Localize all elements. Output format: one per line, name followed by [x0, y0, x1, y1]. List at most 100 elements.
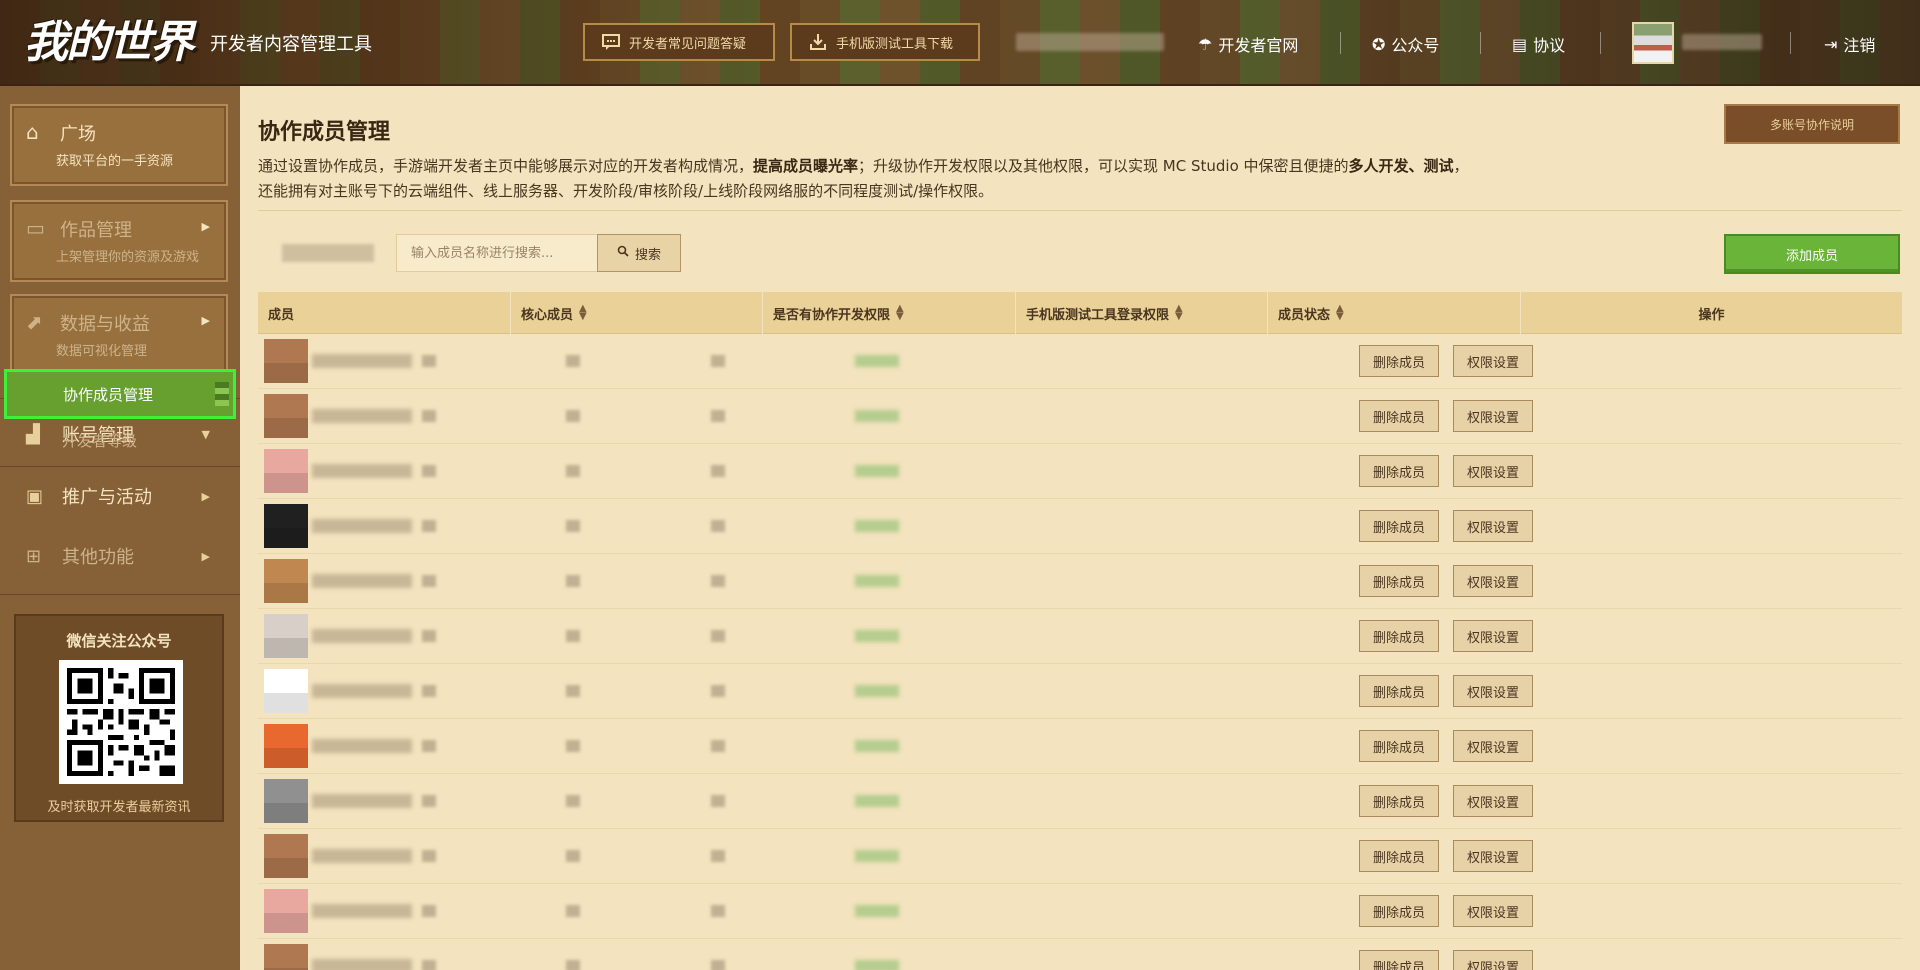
- blurred-member-name: [312, 684, 412, 698]
- member-avatar: [264, 394, 308, 438]
- permission-settings-button[interactable]: 权限设置: [1453, 840, 1534, 872]
- blurred-member-name: [312, 574, 412, 588]
- sort-icon[interactable]: ▲ ▼: [579, 304, 587, 322]
- blurred-value: [566, 960, 581, 970]
- delete-member-button[interactable]: 删除成员: [1359, 785, 1440, 817]
- blurred-member-count: [282, 244, 374, 262]
- blurred-member-name: [312, 904, 412, 918]
- actions-cell: 删除成员 权限设置: [990, 939, 1902, 970]
- actions-cell: 删除成员 权限设置: [990, 829, 1902, 884]
- col-actions: 操作: [1698, 307, 1725, 323]
- top-bar: 我的世界 开发者内容管理工具 开发者常见问题答疑 手机版测试工具下载 ☂ 开发者…: [0, 0, 1920, 86]
- permission-settings-button[interactable]: 权限设置: [1453, 785, 1534, 817]
- delete-member-button[interactable]: 删除成员: [1359, 455, 1440, 487]
- logout-link[interactable]: ⇥ 注销: [1824, 32, 1875, 56]
- blurred-status: [855, 465, 900, 477]
- delete-member-button[interactable]: 删除成员: [1359, 345, 1440, 377]
- permission-settings-button[interactable]: 权限设置: [1453, 730, 1534, 762]
- member-cell: [258, 334, 412, 389]
- chevron-right-icon: ▶: [201, 220, 210, 233]
- sort-icon[interactable]: ▲ ▼: [1175, 304, 1183, 322]
- download-tool-button[interactable]: 手机版测试工具下载: [790, 23, 980, 61]
- delete-member-button[interactable]: 删除成员: [1359, 620, 1440, 652]
- multi-account-help-button[interactable]: 多账号协作说明: [1724, 104, 1900, 144]
- col-core-member[interactable]: 核心成员 ▲ ▼: [511, 292, 763, 334]
- delete-member-button[interactable]: 删除成员: [1359, 675, 1440, 707]
- blurred-member-name: [312, 354, 412, 368]
- mobile-login-cell: [701, 609, 845, 664]
- permission-settings-button[interactable]: 权限设置: [1453, 400, 1534, 432]
- permission-settings-button[interactable]: 权限设置: [1453, 675, 1534, 707]
- blurred-value: [566, 355, 581, 367]
- actions-cell: 删除成员 权限设置: [990, 719, 1902, 774]
- delete-member-button[interactable]: 删除成员: [1359, 895, 1440, 927]
- delete-member-button[interactable]: 删除成员: [1359, 730, 1440, 762]
- add-member-button[interactable]: 添加成员: [1724, 234, 1900, 274]
- search-button[interactable]: 搜索: [597, 234, 681, 272]
- page-description: 通过设置协作成员，手游端开发者主页中能够展示对应的开发者构成情况，提高成员曝光率…: [258, 157, 1469, 200]
- actions-cell: 删除成员 权限设置: [990, 334, 1902, 389]
- blurred-member-name: [312, 959, 412, 970]
- sidebar-item-promo[interactable]: ▣ 推广与活动 ▶: [0, 478, 240, 514]
- table-row: 删除成员 权限设置: [258, 774, 1902, 829]
- nav-dev-site[interactable]: ☂ 开发者官网: [1198, 32, 1298, 56]
- sort-icon[interactable]: ▲ ▼: [896, 304, 904, 322]
- minecraft-logo[interactable]: 我的世界: [24, 12, 194, 74]
- member-avatar: [264, 944, 308, 970]
- dev-permission-cell: [556, 554, 701, 609]
- blurred-member-name: [312, 849, 412, 863]
- nav-official-account[interactable]: ✪ 公众号: [1372, 32, 1439, 56]
- delete-member-button[interactable]: 删除成员: [1359, 400, 1440, 432]
- table-row: 删除成员 权限设置: [258, 884, 1902, 939]
- delete-member-button[interactable]: 删除成员: [1359, 950, 1440, 970]
- delete-member-button[interactable]: 删除成员: [1359, 510, 1440, 542]
- blurred-status: [855, 410, 900, 422]
- permission-settings-button[interactable]: 权限设置: [1453, 345, 1534, 377]
- user-avatar[interactable]: [1632, 22, 1674, 64]
- permission-settings-button[interactable]: 权限设置: [1453, 510, 1534, 542]
- nav-agreement[interactable]: ▤ 协议: [1512, 32, 1565, 56]
- status-cell: [845, 829, 990, 884]
- sidebar-card-works[interactable]: ▭ 作品管理 上架管理你的资源及游戏 ▶: [10, 200, 228, 282]
- sidebar-card-plaza[interactable]: ⌂ 广场 获取平台的一手资源: [10, 104, 228, 186]
- core-member-cell: [412, 389, 556, 444]
- delete-member-button[interactable]: 删除成员: [1359, 840, 1440, 872]
- permission-settings-button[interactable]: 权限设置: [1453, 950, 1534, 970]
- table-row: 删除成员 权限设置: [258, 664, 1902, 719]
- table-row: 删除成员 权限设置: [258, 609, 1902, 664]
- member-cell: [258, 389, 412, 444]
- col-dev-permission[interactable]: 是否有协作开发权限 ▲ ▼: [763, 292, 1016, 334]
- sidebar-item-dev-level-row[interactable]: 开发者等级: [0, 422, 240, 454]
- permission-settings-button[interactable]: 权限设置: [1453, 620, 1534, 652]
- mobile-login-cell: [701, 554, 845, 609]
- member-search-input[interactable]: [396, 234, 602, 272]
- permission-settings-button[interactable]: 权限设置: [1453, 455, 1534, 487]
- core-member-cell: [412, 444, 556, 499]
- app-title: 开发者内容管理工具: [210, 34, 372, 55]
- nav-divider: [1480, 32, 1481, 54]
- table-row: 删除成员 权限设置: [258, 719, 1902, 774]
- status-cell: [845, 719, 990, 774]
- faq-button[interactable]: 开发者常见问题答疑: [583, 23, 775, 61]
- col-mobile-login[interactable]: 手机版测试工具登录权限 ▲ ▼: [1016, 292, 1268, 334]
- member-avatar: [264, 449, 308, 493]
- permission-settings-button[interactable]: 权限设置: [1453, 565, 1534, 597]
- mobile-login-cell: [701, 939, 845, 970]
- actions-cell: 删除成员 权限设置: [990, 499, 1902, 554]
- status-cell: [845, 334, 990, 389]
- sidebar-card-data[interactable]: ⬈ 数据与收益 数据可视化管理 ▶: [10, 294, 228, 376]
- sidebar-item-other[interactable]: ⊞ 其他功能 ▶: [0, 538, 240, 574]
- blurred-member-name: [312, 794, 412, 808]
- sort-icon[interactable]: ▲ ▼: [1336, 304, 1344, 322]
- grid-icon: ⊞: [26, 545, 42, 567]
- col-member: 成员: [258, 292, 511, 334]
- col-status[interactable]: 成员状态 ▲ ▼: [1268, 292, 1521, 334]
- permission-settings-button[interactable]: 权限设置: [1453, 895, 1534, 927]
- core-member-cell: [412, 939, 556, 970]
- table-row: 删除成员 权限设置: [258, 444, 1902, 499]
- core-member-cell: [412, 884, 556, 939]
- delete-member-button[interactable]: 删除成员: [1359, 565, 1440, 597]
- main-content: 协作成员管理 多账号协作说明 通过设置协作成员，手游端开发者主页中能够展示对应的…: [240, 86, 1920, 970]
- actions-cell: 删除成员 权限设置: [990, 884, 1902, 939]
- member-avatar: [264, 339, 308, 383]
